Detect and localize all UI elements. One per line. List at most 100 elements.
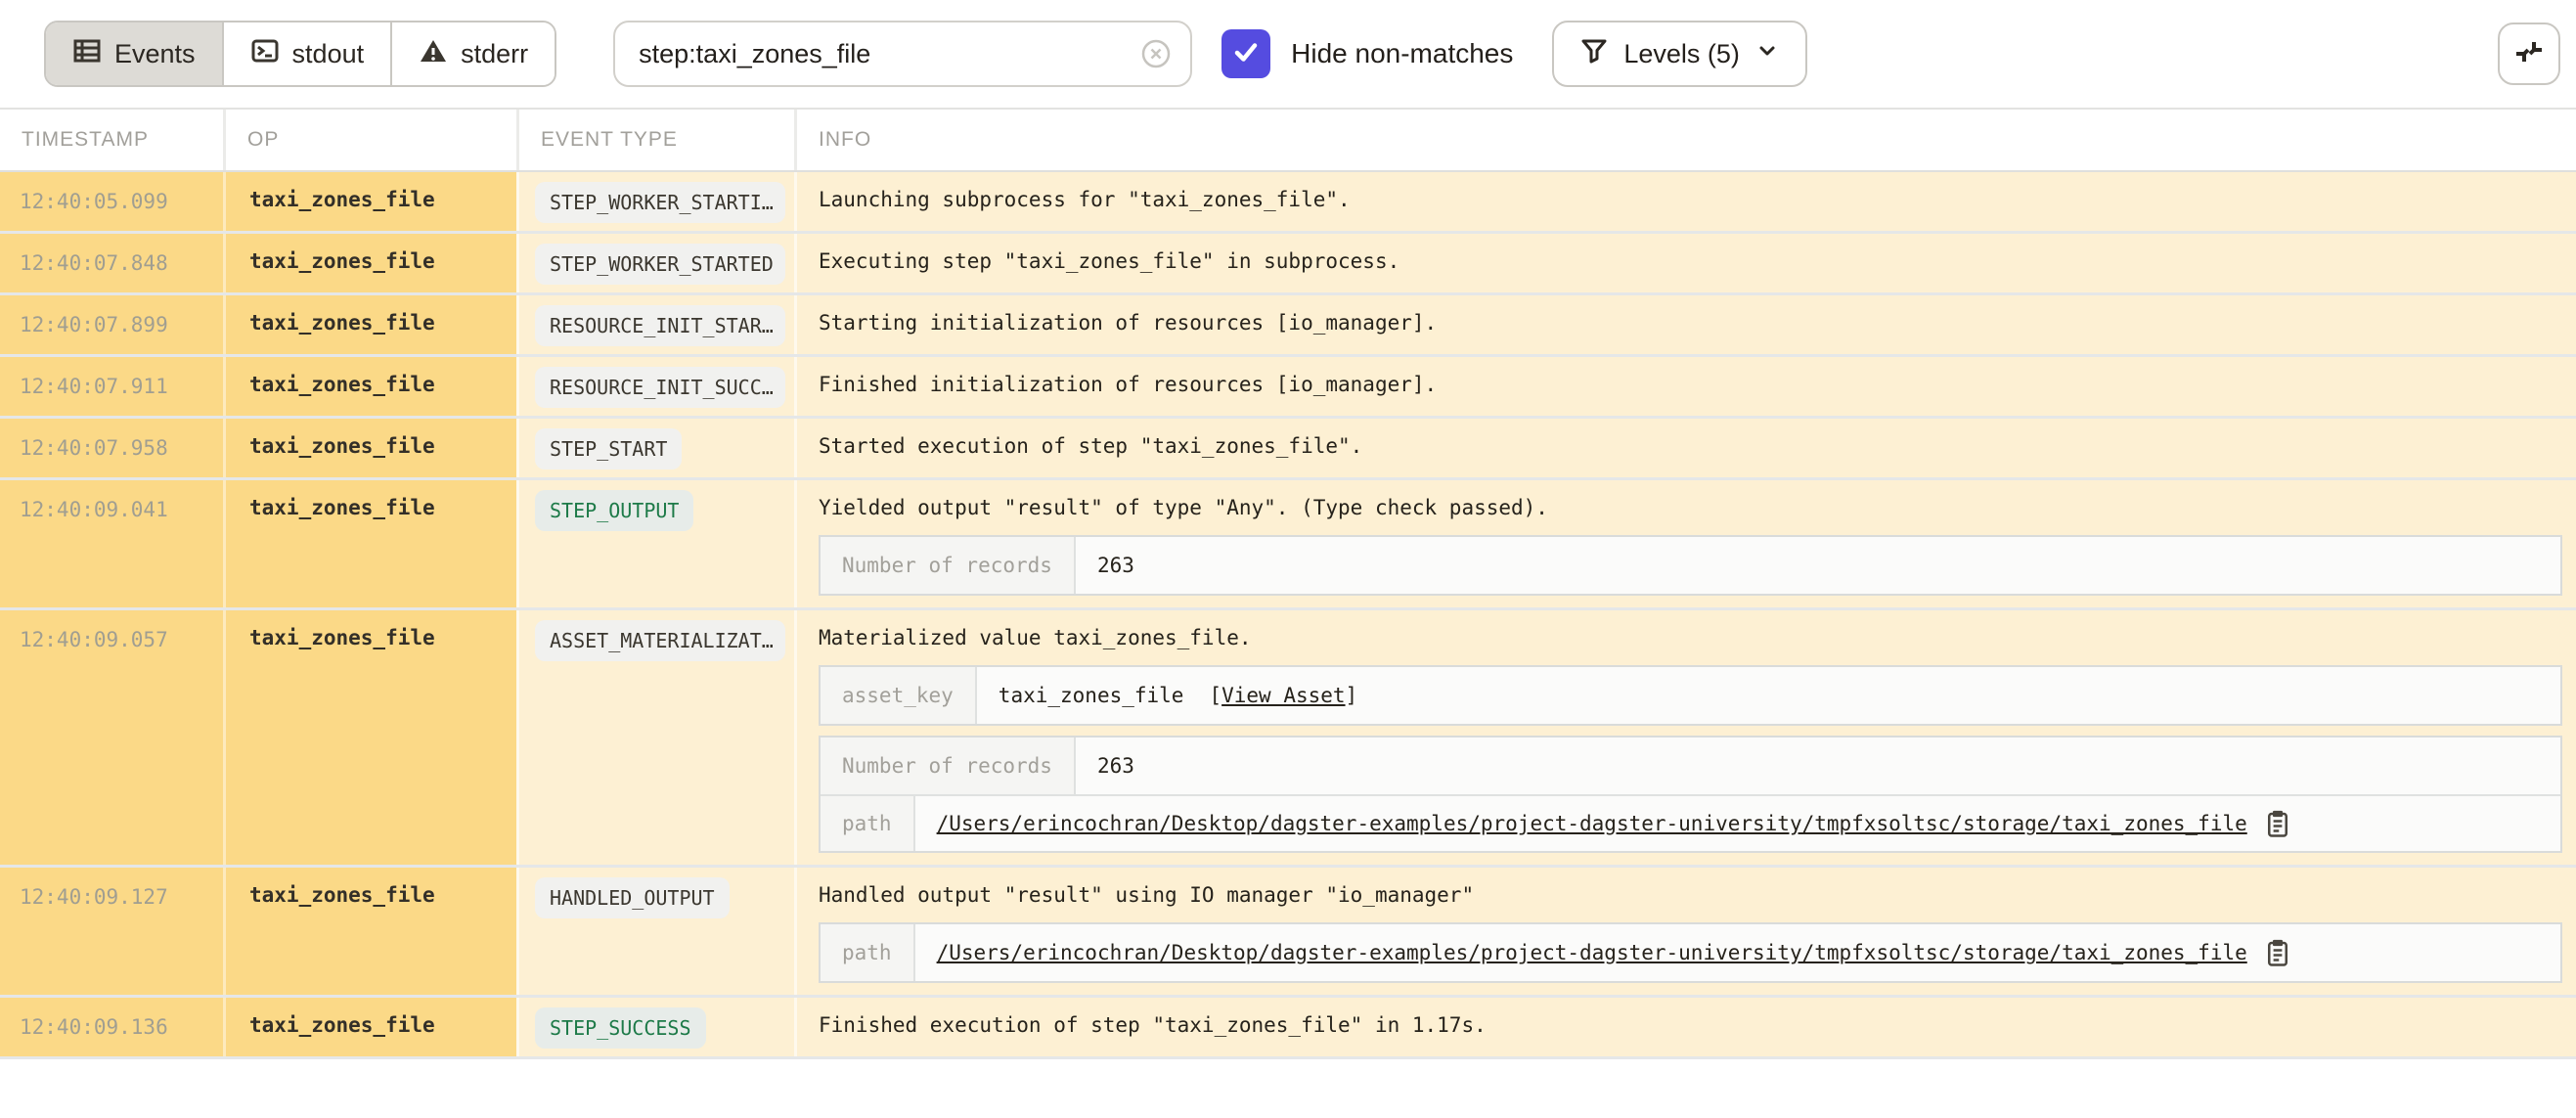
event-type-cell: RESOURCE_INIT_STAR… (516, 295, 794, 354)
event-type-tag: ASSET_MATERIALIZAT… (535, 620, 785, 661)
timestamp-cell: 12:40:07.911 (0, 357, 223, 416)
metadata-row: asset_keytaxi_zones_file[View Asset] (821, 667, 2560, 724)
info-cell: Yielded output "result" of type "Any". (… (794, 480, 2576, 607)
event-row[interactable]: 12:40:07.911taxi_zones_file RESOURCE_INIT… (0, 357, 2576, 419)
info-message: Starting initialization of resources [io… (819, 305, 2562, 340)
collapse-icon (2510, 33, 2548, 75)
metadata-value-text: 263 (1097, 554, 1134, 577)
column-header-op: OP (223, 110, 516, 170)
event-row[interactable]: 12:40:07.899taxi_zones_file RESOURCE_INIT… (0, 295, 2576, 357)
event-type-cell: STEP_START (516, 419, 794, 477)
op-cell: taxi_zones_file (223, 357, 516, 416)
metadata-value: 263 (1076, 537, 2560, 594)
metadata-table: asset_keytaxi_zones_file[View Asset] (819, 665, 2562, 726)
event-type-tag: RESOURCE_INIT_SUCC… (535, 367, 785, 408)
event-row[interactable]: 12:40:09.057taxi_zones_fileASSET_MATERIA… (0, 610, 2576, 868)
info-message: Handled output "result" using IO manager… (819, 877, 2562, 913)
info-message: Executing step "taxi_zones_file" in subp… (819, 244, 2562, 279)
circle-x-icon[interactable] (1139, 37, 1173, 70)
tab-stderr-label: stderr (461, 39, 528, 69)
op-cell: taxi_zones_file (223, 868, 516, 995)
info-cell: Executing step "taxi_zones_file" in subp… (794, 234, 2576, 292)
column-header-info: INFO (794, 110, 2576, 170)
op-cell: taxi_zones_file (223, 295, 516, 354)
timestamp-cell: 12:40:07.899 (0, 295, 223, 354)
levels-filter-button[interactable]: Levels (5) (1552, 21, 1807, 87)
metadata-value: 263 (1076, 738, 2560, 794)
hide-non-matches-checkbox[interactable] (1221, 29, 1270, 78)
metadata-row: Number of records263 (821, 738, 2560, 794)
info-message: Finished initialization of resources [io… (819, 367, 2562, 402)
metadata-table: path/Users/erincochran/Desktop/dagster-e… (819, 922, 2562, 983)
event-row[interactable]: 12:40:09.127taxi_zones_file HANDLED_OUTPU… (0, 868, 2576, 998)
bracket-open: [ (1209, 684, 1221, 707)
event-row[interactable]: 12:40:05.099taxi_zones_fileSTEP_WORKER_S… (0, 172, 2576, 234)
event-row[interactable]: 12:40:07.848taxi_zones_fileSTEP_WORKER_S… (0, 234, 2576, 295)
metadata-label: Number of records (821, 537, 1076, 594)
tab-stdout[interactable]: stdout (224, 22, 393, 85)
column-header-event-type: EVENT TYPE (516, 110, 794, 170)
collapse-panel-button[interactable] (2498, 22, 2560, 85)
metadata-table: Number of records 263 (819, 535, 2562, 596)
path-link[interactable]: /Users/erincochran/Desktop/dagster-examp… (937, 941, 2247, 964)
event-type-tag: STEP_START (535, 428, 682, 470)
metadata-value-text: 263 (1097, 754, 1134, 778)
info-cell: Handled output "result" using IO manager… (794, 868, 2576, 995)
metadata-label: path (821, 796, 915, 851)
op-cell: taxi_zones_file (223, 419, 516, 477)
metadata-value: /Users/erincochran/Desktop/dagster-examp… (915, 796, 2560, 851)
hide-non-matches-label: Hide non-matches (1291, 38, 1513, 69)
info-message: Started execution of step "taxi_zones_fi… (819, 428, 2562, 464)
event-log-rows: 12:40:05.099taxi_zones_fileSTEP_WORKER_S… (0, 172, 2576, 1059)
search-input[interactable] (637, 38, 1139, 70)
timestamp-cell: 12:40:09.041 (0, 480, 223, 607)
event-type-cell: STEP_SUCCESS (516, 998, 794, 1056)
metadata-row: Number of records 263 (821, 537, 2560, 594)
event-type-cell: STEP_OUTPUT (516, 480, 794, 607)
tab-stdout-label: stdout (292, 39, 365, 69)
info-cell: Starting initialization of resources [io… (794, 295, 2576, 354)
op-cell: taxi_zones_file (223, 480, 516, 607)
metadata-table: Number of records263path/Users/erincochr… (819, 736, 2562, 853)
timestamp-cell: 12:40:05.099 (0, 172, 223, 231)
table-icon (72, 36, 102, 72)
info-message: Finished execution of step "taxi_zones_f… (819, 1007, 2562, 1043)
event-row[interactable]: 12:40:09.041taxi_zones_file STEP_OUTPUT Yi… (0, 480, 2576, 610)
info-cell: Launching subprocess for "taxi_zones_fil… (794, 172, 2576, 231)
op-cell: taxi_zones_file (223, 610, 516, 865)
copy-icon[interactable] (2265, 809, 2290, 838)
info-message: Launching subprocess for "taxi_zones_fil… (819, 182, 2562, 217)
tab-events[interactable]: Events (46, 22, 224, 85)
timestamp-cell: 12:40:09.127 (0, 868, 223, 995)
metadata-value-text: taxi_zones_file (999, 684, 1184, 707)
path-link[interactable]: /Users/erincochran/Desktop/dagster-examp… (937, 812, 2247, 835)
warning-icon (419, 36, 448, 72)
event-type-tag: STEP_SUCCESS (535, 1007, 706, 1049)
event-row[interactable]: 12:40:07.958taxi_zones_file STEP_START Sta… (0, 419, 2576, 480)
event-type-tag: STEP_OUTPUT (535, 490, 693, 531)
metadata-value: /Users/erincochran/Desktop/dagster-examp… (915, 924, 2560, 981)
log-table-header: TIMESTAMP OP EVENT TYPE INFO (0, 110, 2576, 172)
event-type-cell: STEP_WORKER_STARTED (516, 234, 794, 292)
metadata-label: path (821, 924, 915, 981)
info-cell: Finished initialization of resources [io… (794, 357, 2576, 416)
timestamp-cell: 12:40:09.136 (0, 998, 223, 1056)
view-asset-link[interactable]: View Asset (1221, 684, 1345, 707)
event-type-tag: STEP_WORKER_STARTI… (535, 182, 785, 223)
metadata-label: asset_key (821, 667, 977, 724)
event-type-cell: ASSET_MATERIALIZAT… (516, 610, 794, 865)
tab-stderr[interactable]: stderr (392, 22, 555, 85)
event-type-tag: HANDLED_OUTPUT (535, 877, 730, 918)
event-type-tag: RESOURCE_INIT_STAR… (535, 305, 785, 346)
info-cell: Started execution of step "taxi_zones_fi… (794, 419, 2576, 477)
info-cell: Finished execution of step "taxi_zones_f… (794, 998, 2576, 1056)
info-message: Yielded output "result" of type "Any". (… (819, 490, 2562, 525)
timestamp-cell: 12:40:07.958 (0, 419, 223, 477)
filter-funnel-icon (1579, 36, 1609, 72)
event-type-cell: STEP_WORKER_STARTI… (516, 172, 794, 231)
event-type-cell: HANDLED_OUTPUT (516, 868, 794, 995)
chevron-down-icon (1754, 38, 1780, 70)
column-header-timestamp: TIMESTAMP (0, 110, 223, 170)
event-row[interactable]: 12:40:09.136taxi_zones_fileSTEP_SUCCESSF… (0, 998, 2576, 1059)
copy-icon[interactable] (2265, 938, 2290, 967)
